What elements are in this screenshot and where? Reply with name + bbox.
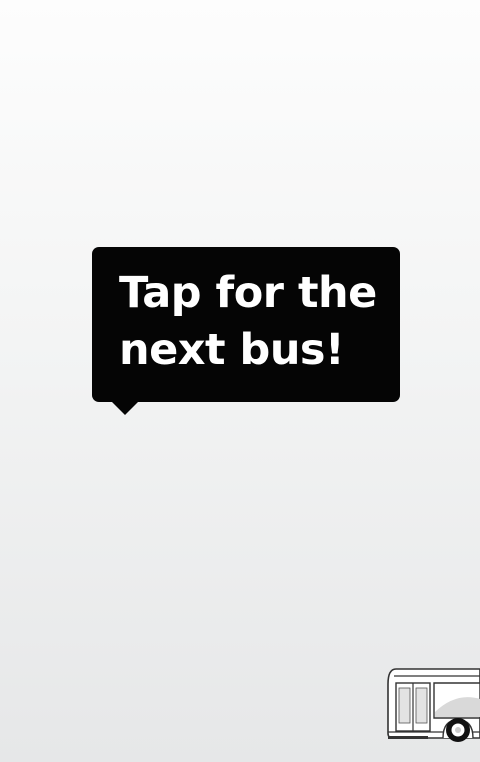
next-bus-prompt-text: Tap for the next bus! bbox=[119, 265, 380, 379]
prompt-line-2: next bus! bbox=[119, 325, 345, 375]
bus-icon[interactable] bbox=[386, 666, 480, 746]
prompt-line-1: Tap for the bbox=[119, 268, 377, 318]
next-bus-prompt-bubble[interactable]: Tap for the next bus! bbox=[92, 247, 400, 415]
bubble-tail bbox=[112, 402, 138, 415]
